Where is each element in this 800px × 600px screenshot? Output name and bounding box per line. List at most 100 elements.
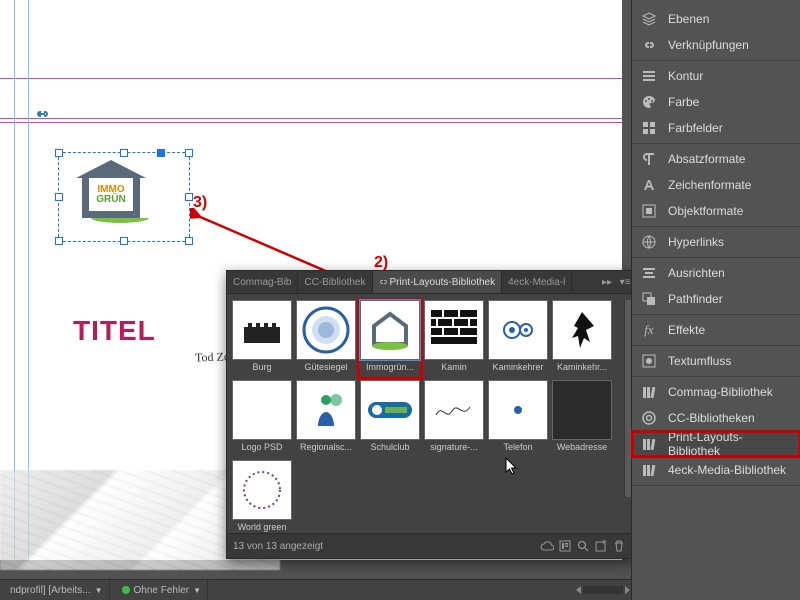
library-item-burg[interactable]: Burg xyxy=(231,300,293,378)
search-icon[interactable] xyxy=(574,538,592,554)
panel-row-absatzformate[interactable]: Absatzformate xyxy=(632,146,800,172)
library-item-label: Burg xyxy=(232,362,292,372)
library-item-label: Regionalsc... xyxy=(296,442,356,452)
library-status-text: 13 von 13 angezeigt xyxy=(233,541,323,552)
library-item-label: signature-... xyxy=(424,442,484,452)
panel-row-ausrichten[interactable]: Ausrichten xyxy=(632,260,800,286)
panel-row-pathfinder[interactable]: Pathfinder xyxy=(632,286,800,312)
library-item-label: Immogrün... xyxy=(360,362,420,372)
panel-row-zeichenformate[interactable]: Zeichenformate xyxy=(632,172,800,198)
hyperlink-icon xyxy=(640,233,658,251)
stroke-icon xyxy=(640,67,658,85)
panel-row-effekte[interactable]: fx Effekte xyxy=(632,317,800,343)
panel-row-label: Ausrichten xyxy=(668,266,725,280)
library-item-kamin[interactable]: Kamin xyxy=(423,300,485,378)
panel-row-label: Absatzformate xyxy=(668,152,745,166)
library-item-label: Schulclub xyxy=(360,442,420,452)
panel-row-label: Hyperlinks xyxy=(668,235,724,249)
library-item-label: Kaminkehrer xyxy=(488,362,548,372)
heading-titel[interactable]: TITEL xyxy=(73,315,156,347)
doc-tab-segment[interactable]: ndprofil] [Arbeits... ▼ xyxy=(4,580,110,600)
library-item-kaminkehrer[interactable]: Kaminkehrer xyxy=(487,300,549,378)
library-item-label: World green xyxy=(232,522,292,532)
library-grid[interactable]: BurgGütesiegelImmogrün... Kamin Kaminkehre… xyxy=(227,294,631,533)
library-status-bar: 13 von 13 angezeigt xyxy=(227,533,631,558)
library-item-logo-psd[interactable]: Logo PSD xyxy=(231,380,293,458)
panel-row-label: Ebenen xyxy=(668,12,709,26)
links-icon xyxy=(640,36,658,54)
library-thumb xyxy=(552,380,612,440)
panel-row-label: Farbe xyxy=(668,95,699,109)
library-info-icon[interactable] xyxy=(556,538,574,554)
panel-row-verkn-pfungen[interactable]: Verknüpfungen xyxy=(632,32,800,58)
linked-object-badge xyxy=(34,108,50,120)
preflight-status[interactable]: Ohne Fehler ▼ xyxy=(116,580,209,600)
library-tab-commag[interactable]: Commag-Bib xyxy=(227,271,298,293)
sketch-annotation: Tod Zo xyxy=(195,349,230,365)
guide-horizontal xyxy=(0,118,622,119)
panel-row-textumfluss[interactable]: Textumfluss xyxy=(632,348,800,374)
panel-row-cc-bibliotheken[interactable]: CC-Bibliotheken xyxy=(632,405,800,431)
panel-row-label: CC-Bibliotheken xyxy=(668,411,755,425)
library-item-g-tesiegel[interactable]: Gütesiegel xyxy=(295,300,357,378)
library-item-kaminkehr-[interactable]: Kaminkehr... xyxy=(551,300,613,378)
library-item-regionalsc-[interactable]: Regionalsc... xyxy=(295,380,357,458)
align-icon xyxy=(640,264,658,282)
panel-row-ebenen[interactable]: Ebenen xyxy=(632,6,800,32)
layers-icon xyxy=(640,10,658,28)
library-thumb xyxy=(424,300,484,360)
pathfinder-icon xyxy=(640,290,658,308)
panel-row-label: Commag-Bibliothek xyxy=(668,385,773,399)
library-item-signature-[interactable]: signature-... xyxy=(423,380,485,458)
swatches-icon xyxy=(640,119,658,137)
library-thumb xyxy=(360,380,420,440)
panel-row-label: Textumfluss xyxy=(668,354,731,368)
fx-icon: fx xyxy=(640,321,658,339)
library-tab-cc[interactable]: CC-Bibliothek xyxy=(298,271,372,293)
obj-icon xyxy=(640,202,658,220)
guide-horizontal xyxy=(0,78,622,79)
new-item-icon[interactable] xyxy=(592,538,610,554)
scroll-controls[interactable] xyxy=(570,580,631,600)
panel-row-label: 4eck-Media-Bibliothek xyxy=(668,463,786,477)
library-thumb xyxy=(232,300,292,360)
guide-horizontal xyxy=(0,122,622,123)
library-item-world-green[interactable]: World green xyxy=(231,460,293,533)
panel-row-4eck-media-bibliothek[interactable]: 4eck-Media-Bibliothek xyxy=(632,457,800,483)
library-item-schulclub[interactable]: Schulclub xyxy=(359,380,421,458)
panel-row-print-layouts-bibliothek[interactable]: Print-Layouts-Bibliothek xyxy=(632,431,800,457)
library-thumb xyxy=(232,460,292,520)
library-thumb xyxy=(360,300,420,360)
char-icon xyxy=(640,176,658,194)
panel-menu-icon[interactable]: ▾≡ xyxy=(616,271,631,293)
library-icon xyxy=(640,435,658,453)
library-item-immogr-n-[interactable]: Immogrün... xyxy=(359,300,421,378)
trash-icon[interactable] xyxy=(610,538,628,554)
panel-row-farbfelder[interactable]: Farbfelder xyxy=(632,115,800,141)
panel-row-objektformate[interactable]: Objektformate xyxy=(632,198,800,224)
panel-row-hyperlinks[interactable]: Hyperlinks xyxy=(632,229,800,255)
panel-row-farbe[interactable]: Farbe xyxy=(632,89,800,115)
library-item-webadresse[interactable]: Webadresse xyxy=(551,380,613,458)
panel-row-kontur[interactable]: Kontur xyxy=(632,63,800,89)
library-thumb xyxy=(488,300,548,360)
scrollbar-thumb[interactable] xyxy=(625,300,631,497)
library-item-label: Kamin xyxy=(424,362,484,372)
placed-logo-immogruen[interactable]: IMMO GRÜN xyxy=(70,160,160,234)
side-panel-stack: Ebenen Verknüpfungen Kontur Farbe Farbfelder… xyxy=(631,0,800,600)
library-thumb xyxy=(296,380,356,440)
library-item-telefon[interactable]: Telefon xyxy=(487,380,549,458)
library-thumb xyxy=(488,380,548,440)
library-panel[interactable]: Commag-Bib CC-Bibliothek Print-Layouts-B… xyxy=(226,270,631,559)
document-canvas[interactable]: IMMO GRÜN TITEL Tod Zo 3) 2) 1) Commag-B… xyxy=(0,0,631,600)
panel-row-commag-bibliothek[interactable]: Commag-Bibliothek xyxy=(632,379,800,405)
panel-row-label: Effekte xyxy=(668,323,705,337)
library-tab-4eck[interactable]: 4eck-Media-l xyxy=(502,271,572,293)
library-item-label: Telefon xyxy=(488,442,548,452)
cloud-icon[interactable] xyxy=(538,538,556,554)
scrollbar[interactable] xyxy=(624,300,631,497)
tabs-scroll-icon[interactable]: ▸▸ xyxy=(598,271,616,293)
library-tab-print-layouts[interactable]: Print-Layouts-Bibliothek xyxy=(373,271,503,293)
panel-row-label: Zeichenformate xyxy=(668,178,751,192)
library-icon xyxy=(640,383,658,401)
